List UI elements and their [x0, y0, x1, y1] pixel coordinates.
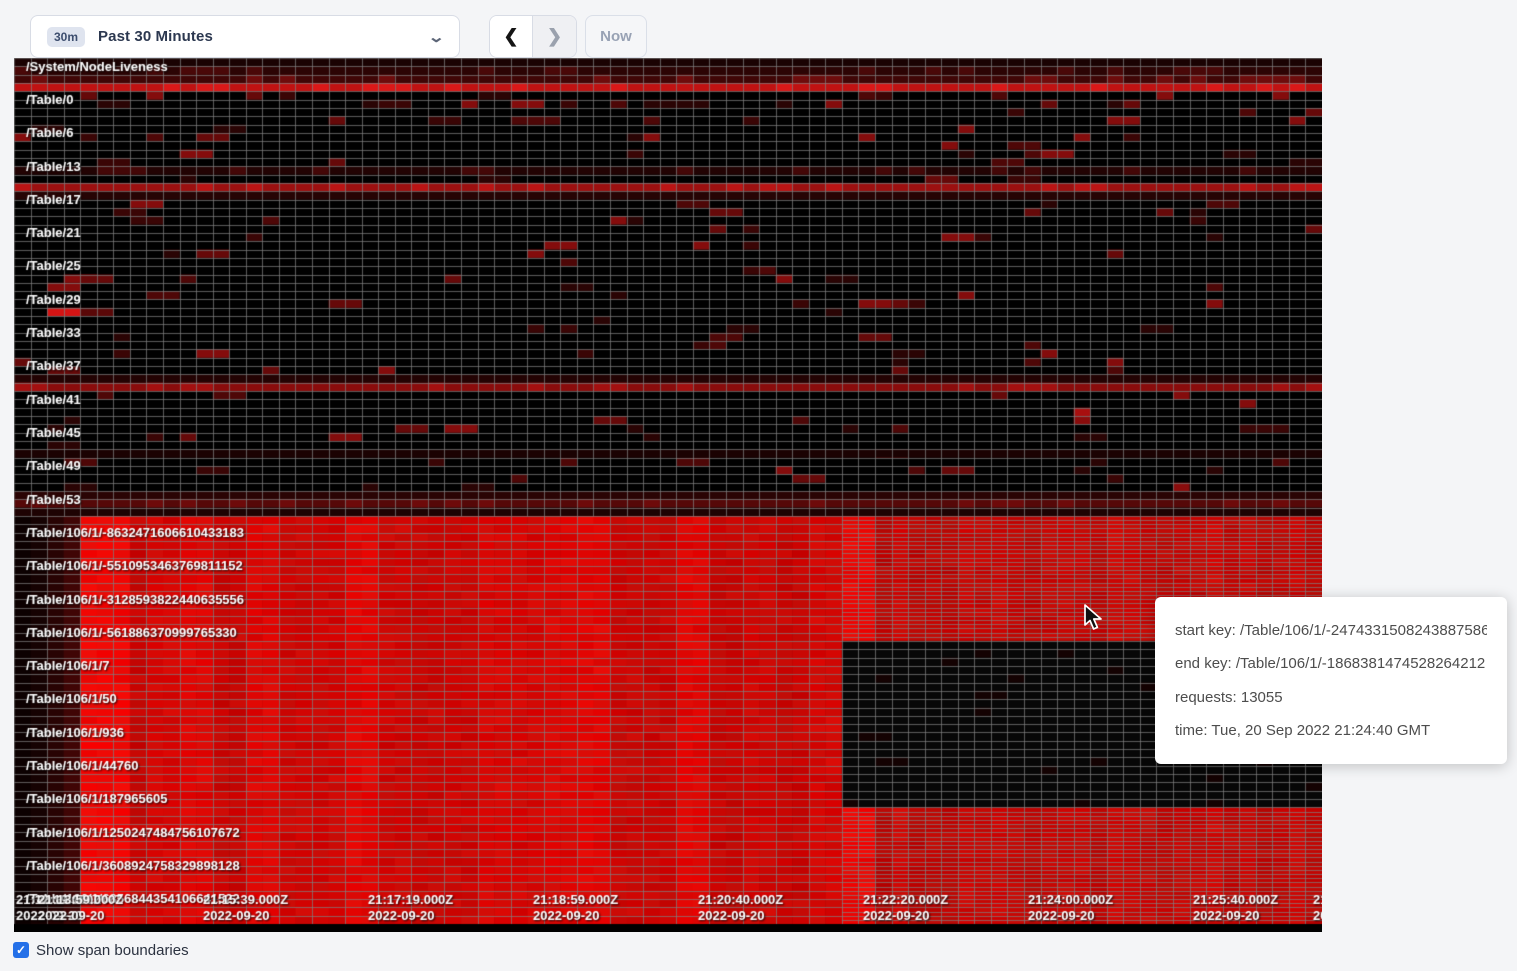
- time-range-label: Past 30 Minutes: [98, 28, 213, 45]
- footer-controls: ✓ Show span boundaries: [13, 939, 189, 961]
- time-nav-group: ❮ ❯: [489, 15, 577, 58]
- chevron-left-icon: ❮: [503, 26, 518, 47]
- time-forward-button[interactable]: ❯: [533, 16, 576, 57]
- tooltip-requests: requests: 13055: [1175, 689, 1487, 706]
- tooltip-end-key: end key: /Table/106/1/-18683814745282642…: [1175, 655, 1487, 672]
- time-back-button[interactable]: ❮: [490, 16, 533, 57]
- now-button[interactable]: Now: [585, 15, 647, 58]
- show-span-boundaries-label: Show span boundaries: [36, 942, 189, 959]
- time-range-select[interactable]: 30m Past 30 Minutes ⌄: [30, 15, 460, 58]
- chevron-down-icon: ⌄: [428, 28, 446, 46]
- checkbox-check-icon: ✓: [16, 943, 26, 957]
- chevron-right-icon: ❯: [547, 26, 562, 47]
- tooltip-start-key: start key: /Table/106/1/-247433150824388…: [1175, 622, 1487, 639]
- key-visualizer-heatmap[interactable]: [14, 58, 1322, 932]
- tooltip-time: time: Tue, 20 Sep 2022 21:24:40 GMT: [1175, 722, 1487, 739]
- show-span-boundaries-checkbox[interactable]: ✓: [13, 942, 29, 958]
- time-range-badge: 30m: [47, 27, 85, 47]
- hover-tooltip: start key: /Table/106/1/-247433150824388…: [1155, 597, 1507, 764]
